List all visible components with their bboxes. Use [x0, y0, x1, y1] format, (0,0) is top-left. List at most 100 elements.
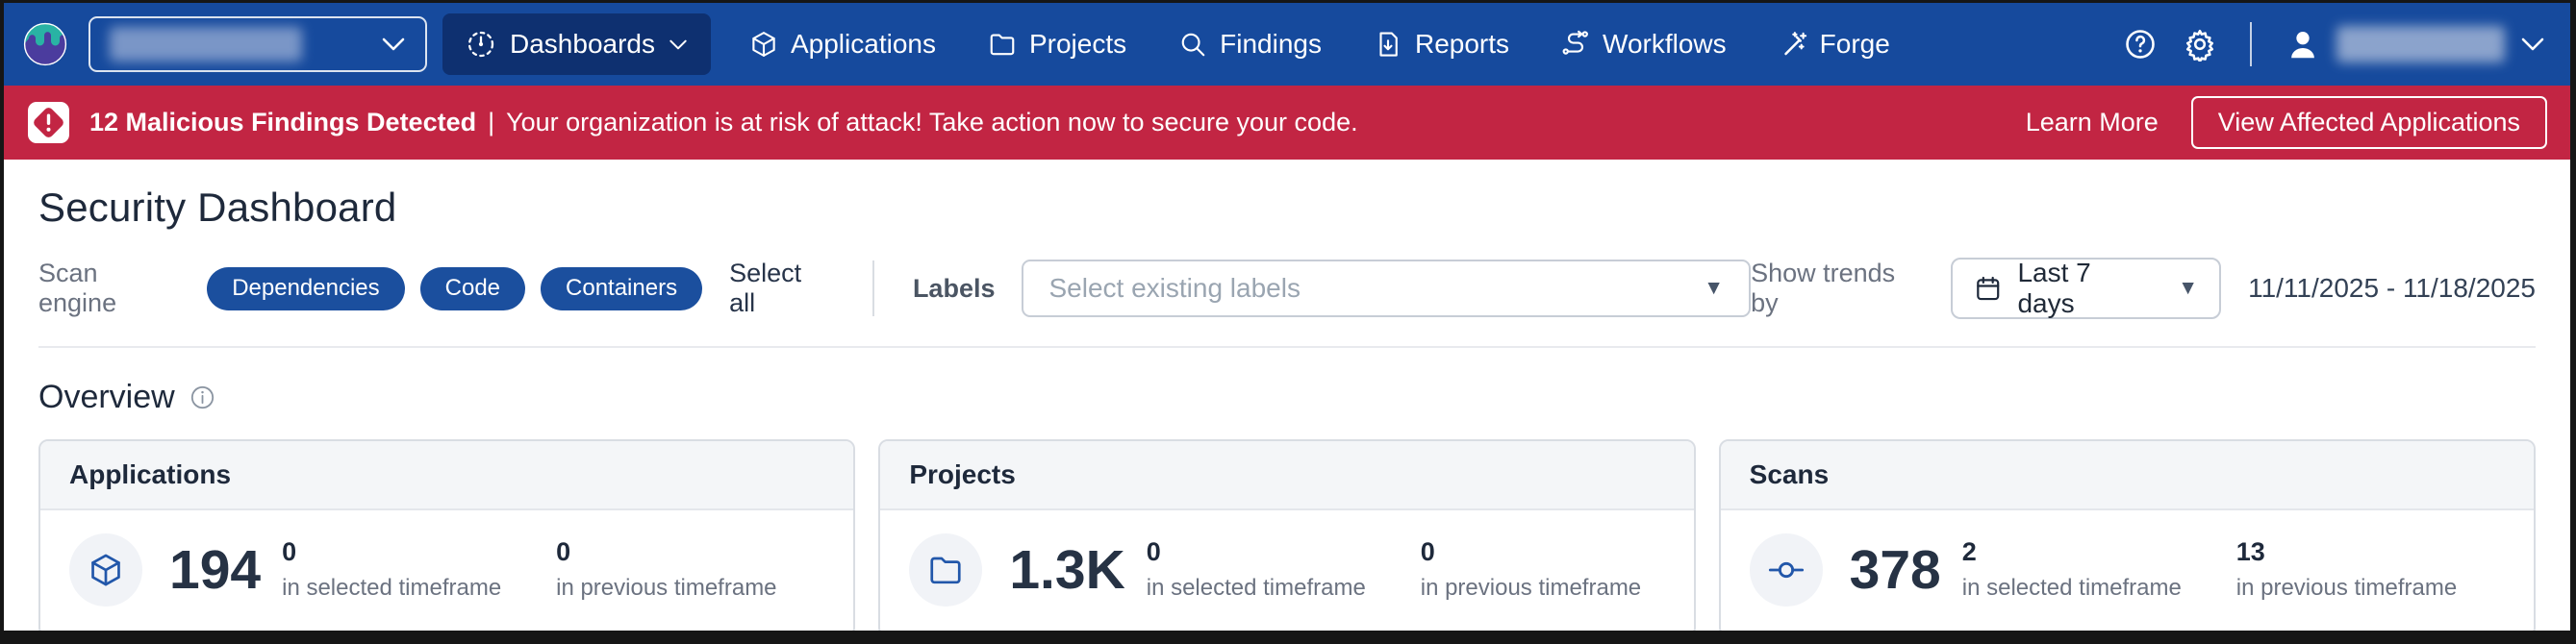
stat-selected-timeframe: 0 in selected timeframe: [282, 538, 527, 602]
user-menu[interactable]: [2285, 26, 2545, 62]
filter-bar: Scan engine Dependencies Code Containers…: [38, 258, 2536, 348]
nav-item-label: Reports: [1415, 29, 1509, 60]
calendar-icon: [1974, 274, 2003, 303]
mend-logo-icon[interactable]: [23, 22, 67, 66]
nav-item-label: Workflows: [1603, 29, 1727, 60]
banner-message: 12 Malicious Findings Detected | Your or…: [89, 108, 1358, 137]
stat-label: in previous timeframe: [2236, 575, 2482, 602]
malicious-findings-alert-banner: 12 Malicious Findings Detected | Your or…: [4, 86, 2570, 160]
chevron-down-icon: [2520, 37, 2545, 52]
stat-selected-timeframe: 0 in selected timeframe: [1147, 538, 1392, 602]
banner-title: 12 Malicious Findings Detected: [89, 108, 476, 137]
dropdown-caret-icon: ▼: [1704, 277, 1724, 300]
stat-label: in selected timeframe: [1962, 575, 2208, 602]
banner-separator: |: [488, 108, 494, 137]
nav-right-controls: [2123, 22, 2545, 66]
nav-item-projects[interactable]: Projects: [988, 29, 1126, 60]
overview-cards: Applications 194 0 in selected timeframe: [38, 439, 2536, 631]
forge-icon: [1779, 30, 1807, 59]
gear-icon: [2183, 27, 2217, 62]
cube-icon: [88, 552, 124, 588]
organization-name-redacted: [110, 27, 302, 62]
chevron-down-icon: [669, 38, 688, 51]
card-icon-circle: [1750, 533, 1823, 607]
top-navigation-bar: Dashboards Applications Projects: [4, 3, 2570, 86]
user-icon: [2285, 26, 2321, 62]
card-title: Scans: [1721, 441, 2534, 510]
folder-icon: [988, 30, 1017, 59]
labels-placeholder: Select existing labels: [1048, 273, 1300, 304]
gauge-icon: [466, 29, 496, 60]
select-all-link[interactable]: Select all: [729, 259, 834, 318]
nav-dashboards-button[interactable]: Dashboards: [442, 13, 711, 75]
stat-previous-timeframe: 0 in previous timeframe: [1421, 538, 1666, 602]
trend-period-select[interactable]: Last 7 days ▼: [1951, 258, 2221, 319]
nav-dashboards-label: Dashboards: [510, 29, 655, 60]
card-body: 378 2 in selected timeframe 13 in previo…: [1721, 510, 2534, 631]
card-body: 194 0 in selected timeframe 0 in previou…: [40, 510, 853, 631]
labels-select[interactable]: Select existing labels ▼: [1022, 260, 1751, 317]
nav-item-label: Applications: [791, 29, 936, 60]
folder-icon: [927, 552, 964, 588]
card-total-value: 378: [1850, 543, 1941, 598]
nav-item-reports[interactable]: Reports: [1374, 29, 1509, 60]
nav-divider: [2250, 22, 2252, 66]
info-icon[interactable]: [189, 384, 215, 410]
card-applications: Applications 194 0 in selected timeframe: [38, 439, 855, 631]
chevron-down-icon: [381, 37, 406, 52]
stat-value: 13: [2236, 538, 2482, 567]
help-button[interactable]: [2123, 27, 2158, 62]
username-redacted: [2336, 26, 2505, 62]
nav-item-findings[interactable]: Findings: [1178, 29, 1322, 60]
engine-pill-containers[interactable]: Containers: [541, 267, 702, 310]
stat-value: 0: [1147, 538, 1392, 567]
card-total-value: 194: [169, 543, 261, 598]
nav-item-workflows[interactable]: Workflows: [1561, 29, 1727, 60]
nav-item-forge[interactable]: Forge: [1779, 29, 1890, 60]
stat-previous-timeframe: 0 in previous timeframe: [556, 538, 801, 602]
card-body: 1.3K 0 in selected timeframe 0 in previo…: [880, 510, 1693, 631]
nav-item-label: Findings: [1220, 29, 1322, 60]
help-icon: [2123, 27, 2158, 62]
page-title: Security Dashboard: [38, 185, 2536, 231]
nav-item-label: Projects: [1029, 29, 1126, 60]
app-window: Dashboards Applications Projects: [4, 3, 2570, 631]
dropdown-caret-icon: ▼: [2178, 277, 2198, 300]
main-content: Security Dashboard Scan engine Dependenc…: [4, 160, 2570, 631]
stat-label: in selected timeframe: [282, 575, 527, 602]
organization-selector[interactable]: [88, 16, 427, 72]
settings-button[interactable]: [2183, 27, 2217, 62]
learn-more-link[interactable]: Learn More: [2026, 108, 2159, 137]
trend-period-value: Last 7 days: [2017, 258, 2153, 319]
search-icon: [1178, 30, 1207, 59]
nav-links: Applications Projects Findings: [749, 29, 1890, 60]
scan-icon: [1767, 551, 1806, 589]
view-affected-applications-button[interactable]: View Affected Applications: [2191, 96, 2547, 149]
stat-selected-timeframe: 2 in selected timeframe: [1962, 538, 2208, 602]
stat-label: in previous timeframe: [1421, 575, 1666, 602]
card-title: Projects: [880, 441, 1693, 510]
card-total-value: 1.3K: [1009, 543, 1124, 598]
stat-value: 0: [282, 538, 527, 567]
stat-previous-timeframe: 13 in previous timeframe: [2236, 538, 2482, 602]
stat-label: in previous timeframe: [556, 575, 801, 602]
engine-pill-code[interactable]: Code: [420, 267, 525, 310]
scan-engine-pills: Dependencies Code Containers: [207, 267, 702, 310]
banner-actions: Learn More View Affected Applications: [2026, 96, 2547, 149]
trends-controls: Show trends by Last 7 days ▼ 11/11/2025 …: [1751, 258, 2536, 319]
nav-item-applications[interactable]: Applications: [749, 29, 936, 60]
banner-description: Your organization is at risk of attack! …: [506, 108, 1358, 137]
card-icon-circle: [69, 533, 142, 607]
stat-value: 0: [1421, 538, 1666, 567]
engine-pill-dependencies[interactable]: Dependencies: [207, 267, 404, 310]
filter-divider: [872, 260, 874, 316]
card-stats: 2 in selected timeframe 13 in previous t…: [1962, 538, 2482, 602]
card-stats: 0 in selected timeframe 0 in previous ti…: [282, 538, 801, 602]
nav-item-label: Forge: [1820, 29, 1890, 60]
labels-label: Labels: [913, 274, 996, 304]
stat-value: 0: [556, 538, 801, 567]
cube-icon: [749, 30, 778, 59]
card-scans: Scans 378 2 in selected timeframe: [1719, 439, 2536, 631]
card-stats: 0 in selected timeframe 0 in previous ti…: [1147, 538, 1666, 602]
workflows-icon: [1561, 30, 1590, 59]
